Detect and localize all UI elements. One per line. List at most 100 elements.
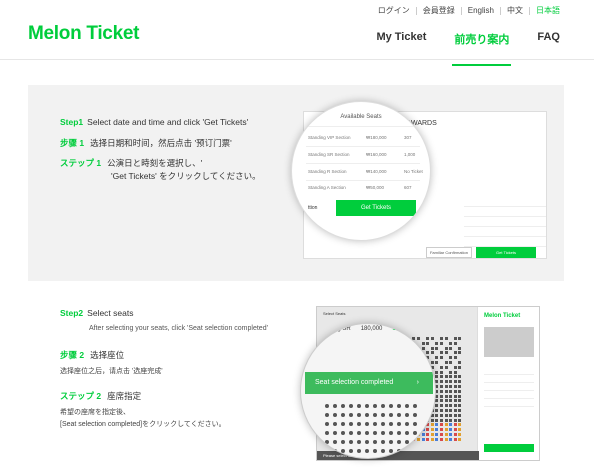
nav-faq[interactable]: FAQ	[537, 31, 560, 47]
seat	[449, 437, 453, 441]
seat-dot	[349, 440, 353, 444]
seat-dot	[357, 413, 361, 417]
seat-dot	[389, 422, 393, 426]
seat-dot	[357, 449, 361, 453]
seat	[449, 356, 453, 360]
login-link[interactable]: ログイン	[378, 5, 410, 16]
seat	[430, 351, 434, 355]
melon-ticket-logo[interactable]: Melon Ticket	[28, 23, 139, 45]
seat	[440, 404, 443, 408]
step1-japanese: ステップ 1 公演日と時刻を選択し、'	[60, 158, 203, 168]
list-item	[484, 399, 534, 407]
step2-title: Step2 Select seats	[60, 308, 134, 318]
available-seats-title: Available Seats	[340, 114, 382, 120]
seat	[449, 433, 453, 436]
seat	[453, 356, 457, 360]
seat	[440, 351, 443, 355]
seat	[449, 409, 453, 412]
seat	[440, 423, 443, 427]
seat	[430, 418, 434, 422]
seat-dot	[341, 404, 345, 408]
step2-japanese-sub1: 希望の座席を指定後、	[60, 409, 130, 416]
seat-dot	[325, 431, 329, 435]
seat-dot	[413, 404, 417, 408]
seat	[458, 423, 462, 427]
seat	[453, 341, 457, 345]
seat	[440, 356, 443, 360]
list-item	[464, 207, 546, 217]
seat	[449, 341, 453, 345]
seat	[421, 437, 425, 441]
seat	[430, 361, 434, 364]
seat-row: Standing A Section ₩50,000 607	[308, 185, 412, 190]
step1-title: Step1 Select date and time and click 'Get…	[60, 117, 249, 127]
signup-link[interactable]: 会員登録	[423, 5, 455, 16]
seat	[435, 370, 439, 374]
nav-presale-guide[interactable]: 前売り案内	[452, 31, 512, 66]
seat-dot	[389, 404, 393, 408]
seat-dot	[373, 404, 377, 408]
seat	[444, 399, 448, 403]
seat	[458, 437, 462, 441]
lang-chinese-link[interactable]: 中文	[507, 5, 523, 16]
seat-dot	[333, 449, 337, 453]
seat-selection-completed-button: Seat selection completed ›	[305, 372, 433, 394]
seat	[435, 346, 439, 350]
seat-dot	[333, 413, 337, 417]
seat-dot	[349, 413, 353, 417]
seat	[458, 433, 462, 436]
seat	[440, 409, 443, 412]
seat-dot	[365, 440, 369, 444]
seat	[458, 351, 462, 355]
seat-dot	[341, 413, 345, 417]
shot2-stage-map	[484, 327, 534, 357]
seat	[435, 418, 439, 422]
seat-row: Standing R Section ₩140,000 No Ticket	[308, 169, 423, 174]
seat	[440, 375, 443, 379]
seat	[458, 404, 462, 408]
zoom-section-row: Standing SR 180,000 127	[317, 326, 403, 332]
seat	[453, 413, 457, 417]
seat-dot	[397, 431, 401, 435]
nav-my-ticket[interactable]: My Ticket	[376, 31, 426, 47]
seat	[440, 365, 443, 369]
list-item	[464, 217, 546, 227]
seat	[453, 385, 457, 388]
seat-dot	[325, 440, 329, 444]
list-item	[464, 237, 546, 247]
seat-dot	[381, 431, 385, 435]
shot1-confirm-button: Familiar Confirmation	[426, 247, 472, 258]
step1-chinese: 步骤 1 选择日期和时间，然后点击 '预订门票'	[60, 138, 232, 148]
step2-subtitle: After selecting your seats, click 'Seat …	[89, 325, 268, 332]
list-item	[484, 367, 534, 375]
divider	[460, 6, 462, 15]
seat-dots	[325, 404, 417, 453]
shot1-get-tickets-small: Get Tickets	[476, 247, 536, 258]
seat	[435, 404, 439, 408]
seat	[453, 409, 457, 412]
seat	[440, 413, 443, 417]
seat	[453, 370, 457, 374]
seat	[458, 399, 462, 403]
seat	[435, 409, 439, 412]
seat	[421, 433, 425, 436]
seat	[453, 337, 457, 340]
lang-japanese-link[interactable]: 日本語	[536, 5, 560, 16]
seat-dot	[333, 440, 337, 444]
seat	[458, 337, 462, 340]
seat-dot	[381, 440, 385, 444]
seat	[435, 413, 439, 417]
seat	[430, 437, 434, 441]
get-tickets-button: Get Tickets	[336, 200, 416, 216]
list-item	[464, 227, 546, 237]
lang-english-link[interactable]: English	[468, 6, 494, 15]
seat-dot	[325, 413, 329, 417]
step2-magnifier: Standing SR 180,000 127 Seat selection com…	[300, 323, 436, 459]
list-item	[464, 197, 546, 207]
seat	[458, 375, 462, 379]
seat	[458, 428, 462, 432]
seat	[426, 341, 430, 345]
seat	[458, 413, 462, 417]
header: Melon Ticket ログイン 会員登録 English 中文 日本語 My…	[0, 0, 594, 66]
seat-dot	[413, 440, 417, 444]
